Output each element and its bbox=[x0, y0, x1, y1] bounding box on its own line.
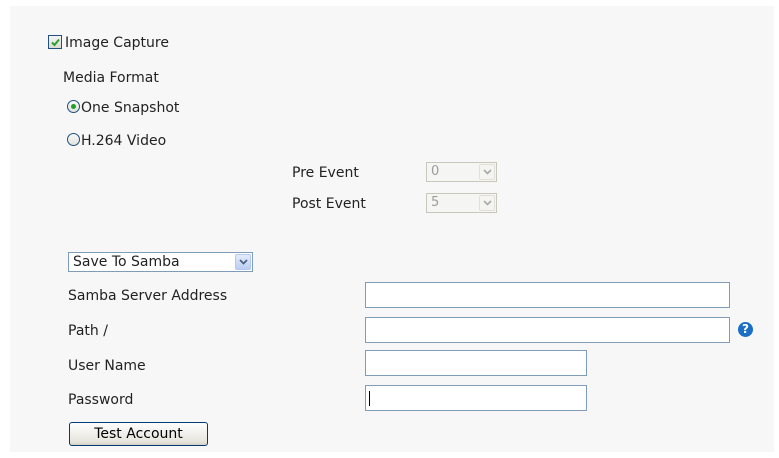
page-root: Image Capture Media Format One Snapshot … bbox=[0, 0, 779, 458]
image-capture-checkbox[interactable] bbox=[48, 35, 62, 49]
radio-one-snapshot[interactable] bbox=[67, 100, 80, 113]
path-input[interactable] bbox=[365, 317, 730, 343]
password-input[interactable] bbox=[365, 385, 587, 411]
radio-h264-video-label: H.264 Video bbox=[81, 133, 167, 149]
password-label: Password bbox=[68, 392, 134, 408]
radio-h264-video[interactable] bbox=[67, 133, 80, 146]
pre-event-label: Pre Event bbox=[292, 165, 359, 181]
pre-event-value: 0 bbox=[431, 164, 440, 179]
text-caret bbox=[369, 391, 370, 406]
save-target-dropdown-arrow bbox=[235, 254, 251, 270]
post-event-value: 5 bbox=[431, 195, 440, 210]
radio-selected-dot bbox=[71, 104, 76, 109]
user-name-label: User Name bbox=[68, 358, 146, 374]
post-event-label: Post Event bbox=[292, 196, 366, 212]
pre-event-select[interactable]: 0 bbox=[426, 162, 497, 182]
chevron-down-icon bbox=[239, 259, 248, 265]
save-target-value: Save To Samba bbox=[73, 254, 180, 270]
samba-server-input[interactable] bbox=[365, 282, 730, 308]
samba-server-label: Samba Server Address bbox=[68, 288, 228, 304]
radio-one-snapshot-label: One Snapshot bbox=[81, 100, 180, 116]
image-capture-label: Image Capture bbox=[65, 35, 169, 51]
path-label: Path / bbox=[68, 323, 108, 339]
test-account-button[interactable]: Test Account bbox=[69, 422, 208, 446]
user-name-input[interactable] bbox=[365, 350, 587, 376]
pre-event-dropdown-arrow bbox=[479, 164, 495, 180]
chevron-down-icon bbox=[483, 200, 492, 206]
post-event-dropdown-arrow bbox=[479, 195, 495, 211]
check-icon bbox=[51, 38, 60, 47]
help-icon[interactable]: ? bbox=[738, 322, 753, 337]
chevron-down-icon bbox=[483, 169, 492, 175]
post-event-select[interactable]: 5 bbox=[426, 193, 497, 213]
save-target-select[interactable]: Save To Samba bbox=[68, 252, 253, 272]
media-format-label: Media Format bbox=[63, 70, 159, 86]
